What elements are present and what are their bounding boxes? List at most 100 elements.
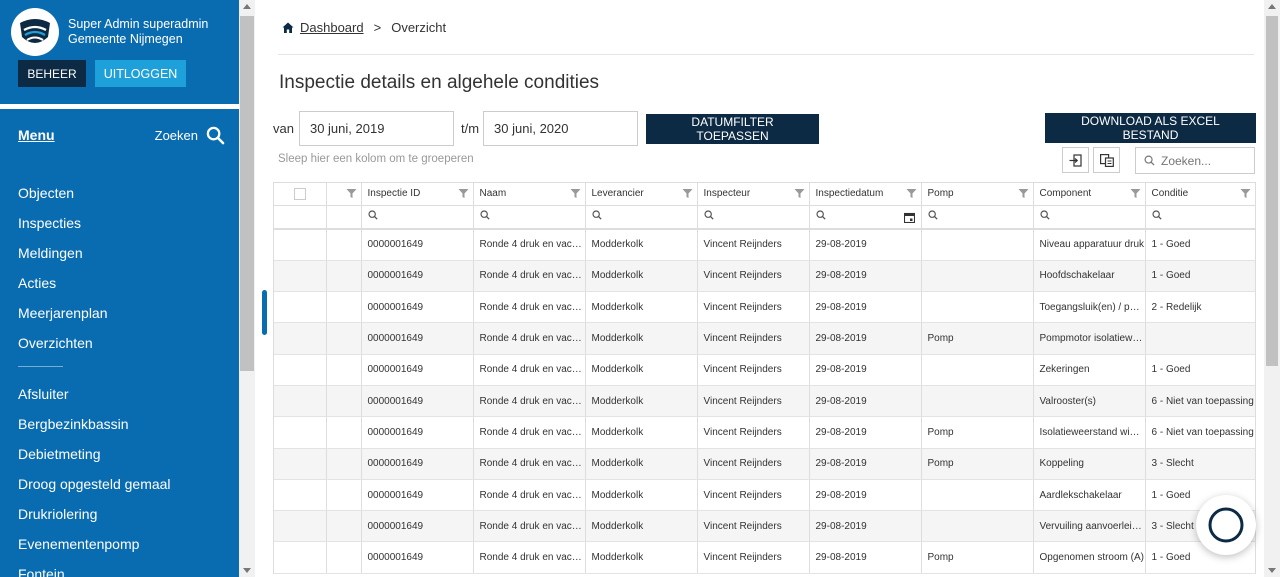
filter-cell[interactable] [809, 205, 922, 230]
grid-header-cell[interactable] [326, 183, 362, 206]
select-all-cell[interactable] [274, 183, 327, 206]
nav-item-bergbezinkbassin[interactable]: Bergbezinkbassin [0, 409, 239, 439]
grid-search-input[interactable] [1161, 153, 1251, 168]
scroll-up-icon[interactable] [243, 4, 251, 9]
nav-item-meerjarenplan[interactable]: Meerjarenplan [0, 298, 239, 328]
filter-funnel-icon[interactable] [570, 188, 581, 202]
row-select-cell[interactable] [274, 385, 327, 418]
sidebar-scrollbar[interactable] [239, 0, 255, 577]
filter-funnel-icon[interactable] [906, 188, 917, 202]
filter-cell[interactable] [361, 205, 474, 230]
column-chooser-button[interactable] [1093, 147, 1120, 173]
table-row[interactable]: 0000001649 Ronde 4 druk en vacuum Modderko… [274, 510, 1255, 543]
logout-button[interactable]: UITLOGGEN [95, 60, 186, 87]
filter-cell[interactable] [1145, 205, 1255, 230]
nav-item-afsluiter[interactable]: Afsluiter [0, 379, 239, 409]
filter-cell[interactable] [473, 205, 586, 230]
table-row[interactable]: 0000001649 Ronde 4 druk en vacuum Modderko… [274, 291, 1255, 324]
row-select-cell[interactable] [274, 322, 327, 355]
table-cell: 29-08-2019 [809, 541, 922, 574]
scroll-down-icon[interactable] [1268, 568, 1276, 573]
export-button[interactable] [1062, 147, 1089, 173]
row-select-cell[interactable] [274, 229, 327, 261]
row-select-cell[interactable] [274, 354, 327, 386]
table-row[interactable]: 0000001649 Ronde 4 druk en vacuum Modderko… [274, 448, 1255, 480]
table-row[interactable]: 0000001649 Ronde 4 druk en vacuum Modderko… [274, 229, 1255, 261]
download-excel-button[interactable]: DOWNLOAD ALS EXCEL BESTAND [1045, 113, 1256, 143]
sidebar-scroll-thumb[interactable] [240, 16, 254, 371]
scroll-down-icon[interactable] [243, 568, 251, 573]
table-row[interactable]: 0000001649 Ronde 4 druk en vacuum Modderko… [274, 322, 1255, 355]
table-cell: Modderkolk [585, 541, 698, 574]
organisation-name: Gemeente Nijmegen [68, 32, 183, 46]
filter-funnel-icon[interactable] [346, 188, 357, 202]
row-select-cell[interactable] [274, 291, 327, 324]
page-scrollbar[interactable] [1264, 0, 1280, 577]
table-cell: Niveau apparatuur druk [1033, 229, 1146, 261]
from-date-input[interactable] [298, 111, 454, 146]
nav-item-overzichten[interactable]: Overzichten [0, 328, 239, 358]
to-date-input[interactable] [483, 111, 639, 146]
page-scroll-thumb[interactable] [1266, 16, 1278, 366]
filter-cell[interactable] [585, 205, 698, 230]
breadcrumb-dashboard-link[interactable]: Dashboard [300, 20, 364, 35]
column-header[interactable]: Naam [473, 183, 586, 206]
nav-item-objecten[interactable]: Objecten [0, 178, 239, 208]
table-row[interactable]: 0000001649 Ronde 4 druk en vacuum Modderko… [274, 385, 1255, 418]
breadcrumb-divider [278, 54, 1254, 55]
nav-item-acties[interactable]: Acties [0, 268, 239, 298]
column-header[interactable]: Conditie [1145, 183, 1255, 206]
column-chooser-icon [1099, 153, 1114, 167]
table-row[interactable]: 0000001649 Ronde 4 druk en vacuum Modderko… [274, 479, 1255, 512]
apply-date-filter-button[interactable]: DATUMFILTER TOEPASSEN [646, 113, 820, 144]
column-header[interactable]: Component [1033, 183, 1146, 206]
nav-item-droog-opgesteld-gemaal[interactable]: Droog opgesteld gemaal [0, 469, 239, 499]
table-cell: 0000001649 [361, 479, 474, 512]
column-header[interactable]: Inspectie ID [361, 183, 474, 206]
nav-item-fontein[interactable]: Fontein [0, 559, 239, 577]
filter-funnel-icon[interactable] [1018, 188, 1029, 202]
table-cell: 1 - Goed [1145, 229, 1255, 261]
group-panel-hint[interactable]: Sleep hier een kolom om te groeperen [278, 153, 474, 165]
select-all-checkbox[interactable] [293, 187, 306, 200]
filter-funnel-icon[interactable] [1240, 188, 1251, 202]
filter-cell[interactable] [697, 205, 810, 230]
grid-body: 0000001649 Ronde 4 druk en vacuum Modderko… [274, 229, 1255, 574]
chat-button[interactable] [1196, 495, 1256, 555]
table-row[interactable]: 0000001649 Ronde 4 druk en vacuum Modderko… [274, 260, 1255, 293]
menu-search[interactable]: Zoeken [155, 126, 225, 145]
row-select-cell[interactable] [274, 510, 327, 543]
filter-funnel-icon[interactable] [1130, 188, 1141, 202]
search-icon [206, 126, 225, 144]
table-row[interactable]: 0000001649 Ronde 4 druk en vacuum Modderko… [274, 416, 1255, 449]
filter-cell[interactable] [921, 205, 1034, 230]
filter-funnel-icon[interactable] [794, 188, 805, 202]
table-row[interactable]: 0000001649 Ronde 4 druk en vacuum Modderko… [274, 354, 1255, 386]
column-header[interactable]: Pomp [921, 183, 1034, 206]
row-select-cell[interactable] [274, 260, 327, 293]
calendar-icon[interactable] [903, 212, 915, 226]
table-row[interactable]: 0000001649 Ronde 4 druk en vacuum Modderko… [274, 541, 1255, 574]
nav-item-meldingen[interactable]: Meldingen [0, 238, 239, 268]
filter-funnel-icon[interactable] [458, 188, 469, 202]
menu-search-label: Zoeken [154, 127, 198, 143]
row-cell [326, 479, 362, 512]
nav-item-inspecties[interactable]: Inspecties [0, 208, 239, 238]
row-select-cell[interactable] [274, 416, 327, 449]
nav-item-drukriolering[interactable]: Drukriolering [0, 499, 239, 529]
column-header[interactable]: Inspectiedatum [809, 183, 922, 206]
grid-search-box[interactable] [1135, 147, 1255, 174]
scroll-up-icon[interactable] [1268, 4, 1276, 9]
column-header[interactable]: Inspecteur [697, 183, 810, 206]
row-select-cell[interactable] [274, 448, 327, 480]
filter-cell[interactable] [1033, 205, 1146, 230]
row-select-cell[interactable] [274, 479, 327, 512]
column-header[interactable]: Leverancier [585, 183, 698, 206]
beheer-button[interactable]: BEHEER [18, 60, 86, 87]
row-select-cell[interactable] [274, 541, 327, 574]
nav-item-debietmeting[interactable]: Debietmeting [0, 439, 239, 469]
filter-funnel-icon[interactable] [682, 188, 693, 202]
menu-title[interactable]: Menu [18, 127, 55, 143]
table-cell: 0000001649 [361, 510, 474, 543]
nav-item-evenementenpomp[interactable]: Evenementenpomp [0, 529, 239, 559]
